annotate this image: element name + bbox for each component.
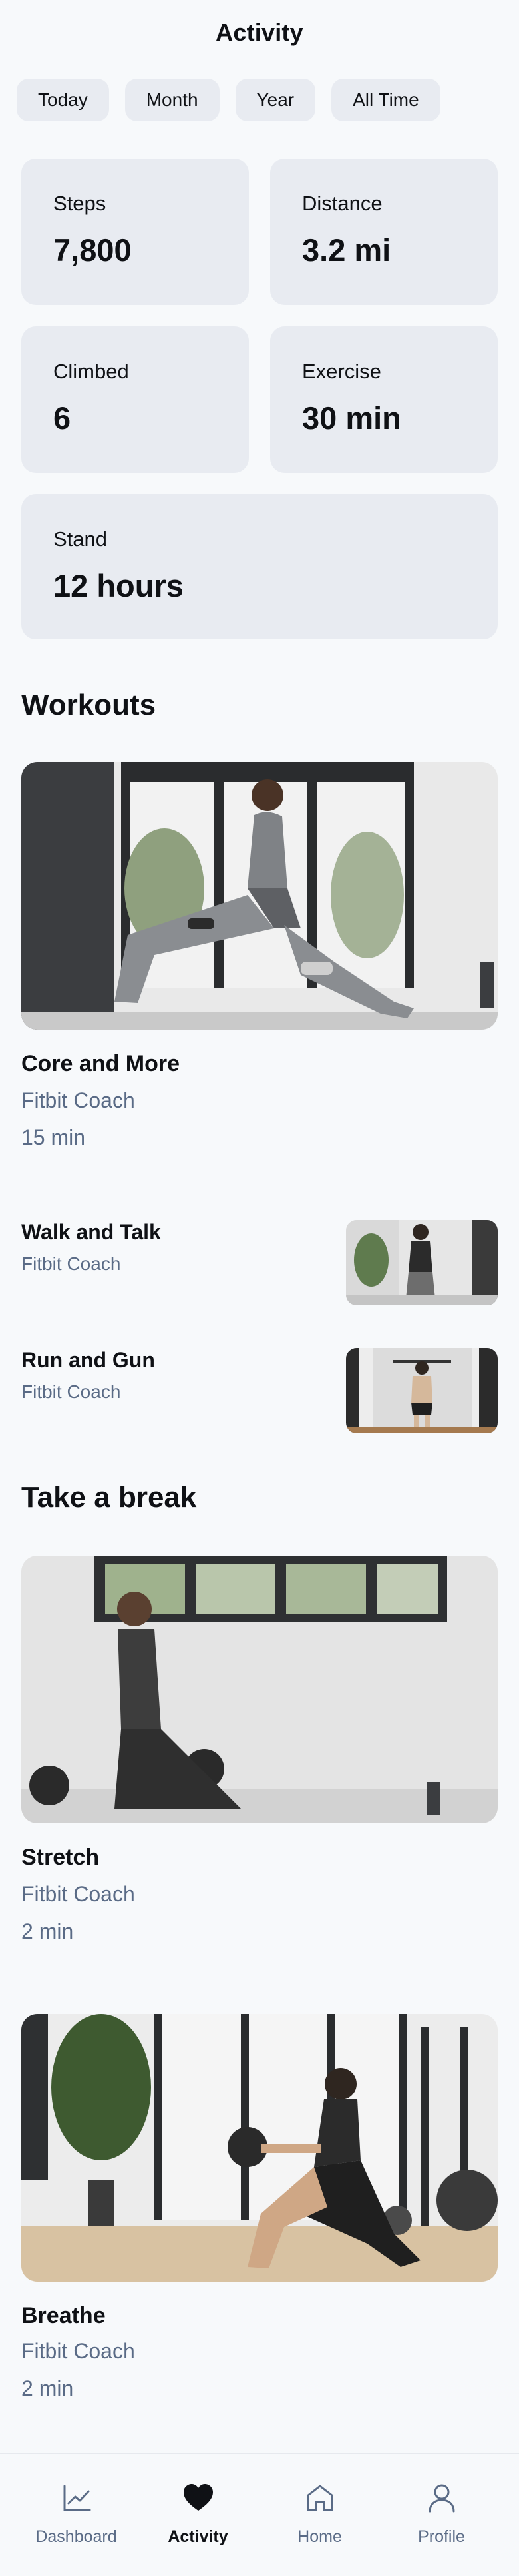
bottom-nav: Dashboard Activity Home Profile — [0, 2453, 519, 2576]
workout-item-thumbnail[interactable] — [346, 1220, 498, 1305]
heart-icon — [183, 2484, 213, 2511]
stat-card-distance[interactable]: Distance 3.2 mi — [270, 159, 498, 305]
activity-screen: Activity Today Month Year All Time Steps… — [0, 0, 519, 2576]
user-icon — [429, 2484, 454, 2513]
break-item-duration: 2 min — [21, 1919, 74, 1943]
nav-label: Profile — [418, 2527, 465, 2546]
break-stretch-image[interactable] — [21, 1556, 498, 1823]
nav-profile[interactable]: Profile — [377, 2454, 506, 2576]
filter-today[interactable]: Today — [17, 79, 109, 121]
filter-year[interactable]: Year — [235, 79, 316, 121]
nav-dashboard[interactable]: Dashboard — [11, 2454, 141, 2576]
stat-card-stand[interactable]: Stand 12 hours — [21, 494, 498, 639]
workout-item-title[interactable]: Walk and Talk — [21, 1220, 161, 1245]
workout-item-coach: Fitbit Coach — [21, 1381, 121, 1402]
break-item-coach: Fitbit Coach — [21, 1882, 135, 1906]
filter-all-time[interactable]: All Time — [331, 79, 440, 121]
home-icon — [307, 2485, 333, 2511]
stat-value: 30 min — [302, 400, 401, 436]
stat-card-exercise[interactable]: Exercise 30 min — [270, 326, 498, 473]
stat-label: Steps — [53, 192, 106, 215]
nav-label: Dashboard — [35, 2527, 117, 2546]
nav-label: Activity — [168, 2527, 228, 2546]
nav-activity[interactable]: Activity — [133, 2454, 263, 2576]
chart-line-icon — [63, 2485, 90, 2511]
nav-home[interactable]: Home — [255, 2454, 385, 2576]
time-range-filters: Today Month Year All Time — [17, 79, 440, 121]
workout-featured-title[interactable]: Core and More — [21, 1051, 180, 1077]
workout-featured-image[interactable] — [21, 762, 498, 1030]
stat-label: Climbed — [53, 360, 129, 383]
stat-card-steps[interactable]: Steps 7,800 — [21, 159, 249, 305]
workout-item-title[interactable]: Run and Gun — [21, 1348, 155, 1373]
break-item-coach: Fitbit Coach — [21, 2339, 135, 2363]
break-item-title[interactable]: Breathe — [21, 2303, 106, 2329]
workout-item-thumbnail[interactable] — [346, 1348, 498, 1433]
break-item-duration: 2 min — [21, 2376, 74, 2400]
stat-value: 12 hours — [53, 568, 184, 603]
break-breathe-image[interactable] — [21, 2014, 498, 2282]
workout-featured-duration: 15 min — [21, 1126, 86, 1149]
break-section-title: Take a break — [21, 1481, 197, 1514]
break-item-title[interactable]: Stretch — [21, 1845, 99, 1871]
workouts-section-title: Workouts — [21, 689, 156, 721]
workout-featured-coach: Fitbit Coach — [21, 1088, 135, 1112]
workout-item-coach: Fitbit Coach — [21, 1253, 121, 1274]
stat-value: 3.2 mi — [302, 232, 391, 268]
page-title: Activity — [216, 19, 303, 46]
filter-month[interactable]: Month — [124, 79, 220, 121]
stat-label: Stand — [53, 527, 108, 551]
stat-value: 6 — [53, 400, 71, 436]
stat-value: 7,800 — [53, 232, 132, 268]
stat-label: Distance — [302, 192, 383, 215]
nav-label: Home — [297, 2527, 342, 2546]
stat-card-climbed[interactable]: Climbed 6 — [21, 326, 249, 473]
stat-label: Exercise — [302, 360, 381, 383]
